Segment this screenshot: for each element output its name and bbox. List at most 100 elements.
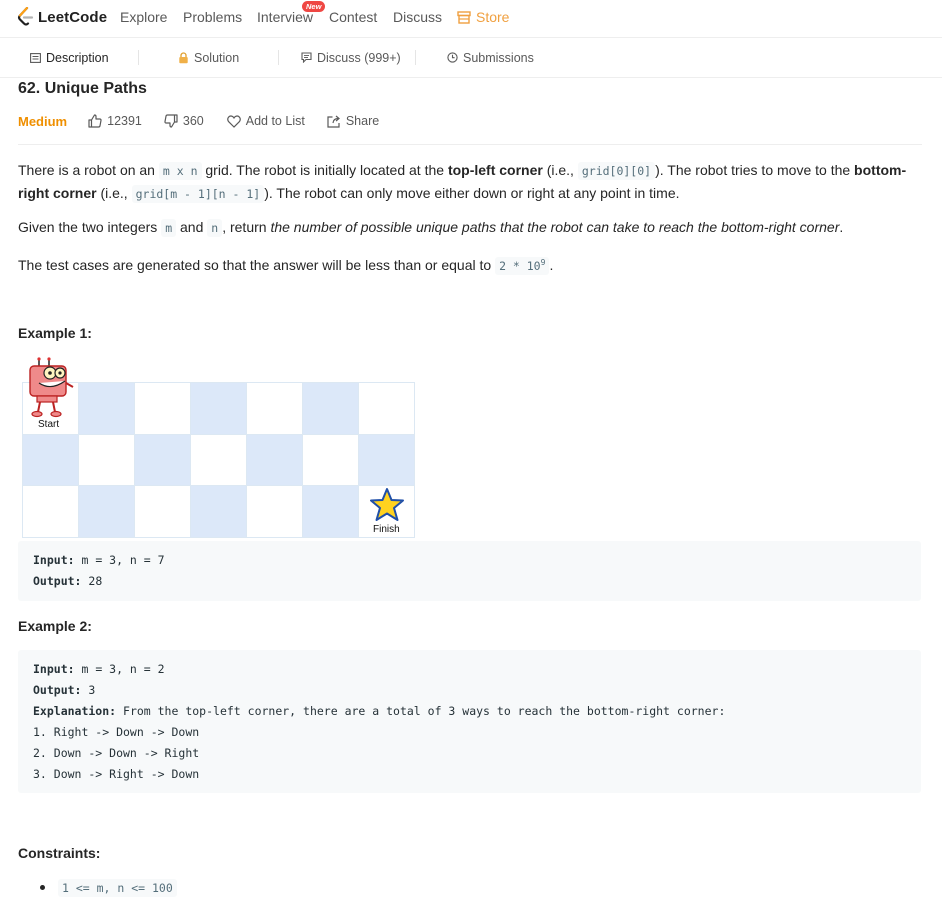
leetcode-logo[interactable]: LeetCode	[17, 6, 107, 28]
divider	[18, 144, 922, 145]
robot-icon	[29, 357, 74, 418]
code-text: 2 * 10	[499, 258, 541, 273]
nav-discuss[interactable]: Discuss	[393, 9, 442, 25]
like-button[interactable]: 12391	[88, 114, 142, 128]
explanation-label: Explanation:	[33, 704, 117, 718]
finish-label: Finish	[373, 524, 400, 535]
grid-cell	[22, 433, 79, 487]
inline-code: grid[0][0]	[577, 162, 656, 180]
tab-submissions-label: Submissions	[463, 50, 534, 65]
chat-icon	[301, 52, 312, 63]
grid-cell	[190, 433, 247, 487]
grid-cell	[78, 485, 135, 538]
output-value: 28	[81, 574, 103, 588]
grid-cell	[134, 485, 191, 538]
text: (i.e.,	[542, 162, 578, 178]
nav-problems[interactable]: Problems	[183, 9, 242, 25]
text: The test cases are generated so that the…	[18, 256, 496, 273]
example-1-code-block: Input: m = 3, n = 7 Output: 28	[18, 541, 921, 601]
heart-icon	[226, 114, 241, 128]
italic-text: the number of possible unique paths that…	[270, 219, 840, 235]
description-icon	[30, 52, 41, 63]
output-line: Output: 28	[33, 574, 102, 588]
problem-tabs: Description Solution Discuss (999+) Subm…	[0, 38, 942, 78]
tab-description[interactable]: Description	[30, 38, 109, 77]
grid-cell	[358, 433, 415, 487]
input-value: m = 3, n = 2	[74, 662, 165, 676]
superscript: 9	[540, 258, 546, 267]
text: grid. The robot is initially located at …	[201, 162, 448, 178]
add-to-list-label: Add to List	[245, 114, 305, 128]
grid-cell	[134, 433, 191, 487]
input-line: Input: m = 3, n = 2	[33, 662, 165, 676]
tab-submissions[interactable]: Submissions	[447, 38, 534, 77]
path-line: 2. Down -> Down -> Right	[33, 746, 200, 760]
output-label: Output:	[33, 574, 82, 588]
tab-solution[interactable]: Solution	[178, 38, 239, 77]
text: ). The robot tries to move to the	[655, 162, 855, 178]
tab-divider	[278, 50, 279, 65]
thumbs-down-icon	[164, 114, 178, 128]
tab-divider	[138, 50, 139, 65]
tab-solution-label: Solution	[194, 50, 240, 65]
grid-cell	[78, 382, 135, 435]
dislikes-count: 360	[182, 114, 204, 128]
text: (i.e.,	[96, 185, 132, 201]
inline-code: n	[207, 219, 223, 237]
example-2-heading: Example 2:	[18, 618, 92, 634]
grid-cell	[134, 382, 191, 435]
start-label: Start	[38, 419, 60, 430]
grid-cell	[78, 433, 135, 487]
share-button[interactable]: Share	[327, 114, 379, 128]
explanation-line: Explanation: From the top-left corner, t…	[33, 704, 725, 718]
problem-meta: Medium 12391 360 Add to List Share	[18, 112, 379, 130]
grid-cell	[302, 382, 359, 435]
grid-cell	[302, 433, 359, 487]
inline-code: grid[m - 1][n - 1]	[131, 185, 265, 203]
nav-contest[interactable]: Contest	[329, 9, 377, 25]
description-paragraph-1: There is a robot on an m x n grid. The r…	[18, 159, 922, 205]
clock-icon	[447, 52, 458, 63]
text: There is a robot on an	[18, 162, 159, 178]
share-icon	[327, 115, 340, 128]
text: .	[839, 219, 844, 235]
grid-cell	[358, 382, 415, 435]
example-1-heading: Example 1:	[18, 325, 92, 341]
grid-cell	[22, 485, 79, 538]
grid-cell	[246, 433, 303, 487]
lock-icon	[179, 51, 188, 63]
path-line: 1. Right -> Down -> Down	[33, 725, 200, 739]
input-label: Input:	[33, 553, 75, 567]
tab-description-label: Description	[46, 50, 109, 65]
output-value: 3	[81, 683, 96, 697]
star-icon	[370, 488, 404, 521]
inline-code: m x n	[158, 162, 202, 180]
inline-code: m	[161, 219, 177, 237]
store-icon	[457, 10, 471, 24]
text: .	[549, 256, 554, 273]
problem-title: 62. Unique Paths	[18, 80, 147, 97]
text: Given the two integers	[18, 219, 162, 235]
add-to-list-button[interactable]: Add to List	[226, 114, 305, 128]
tab-discuss-label: Discuss (999+)	[317, 50, 401, 65]
constraint-code: 1 <= m, n <= 100	[58, 879, 177, 897]
constraints-heading: Constraints:	[18, 845, 101, 861]
new-badge: New	[302, 1, 326, 12]
dislike-button[interactable]: 360	[164, 114, 204, 128]
likes-count: 12391	[107, 114, 142, 128]
inline-code: 2 * 109	[495, 256, 550, 275]
difficulty-badge: Medium	[18, 113, 68, 129]
bullet	[40, 885, 45, 890]
tab-discuss[interactable]: Discuss (999+)	[301, 38, 401, 77]
nav-store[interactable]: Store	[457, 9, 509, 25]
top-nav: LeetCode Explore Problems Interview New …	[0, 0, 942, 38]
bold-text: top-left corner	[447, 162, 543, 178]
nav-explore[interactable]: Explore	[120, 9, 167, 25]
text: and	[176, 219, 208, 235]
example-1-grid-image: Start Finish	[22, 357, 415, 538]
grid-cell	[190, 485, 247, 538]
text: , return	[222, 219, 271, 235]
leetcode-logo-icon	[17, 7, 34, 26]
logo-text: LeetCode	[38, 8, 108, 26]
thumbs-up-icon	[88, 114, 102, 128]
